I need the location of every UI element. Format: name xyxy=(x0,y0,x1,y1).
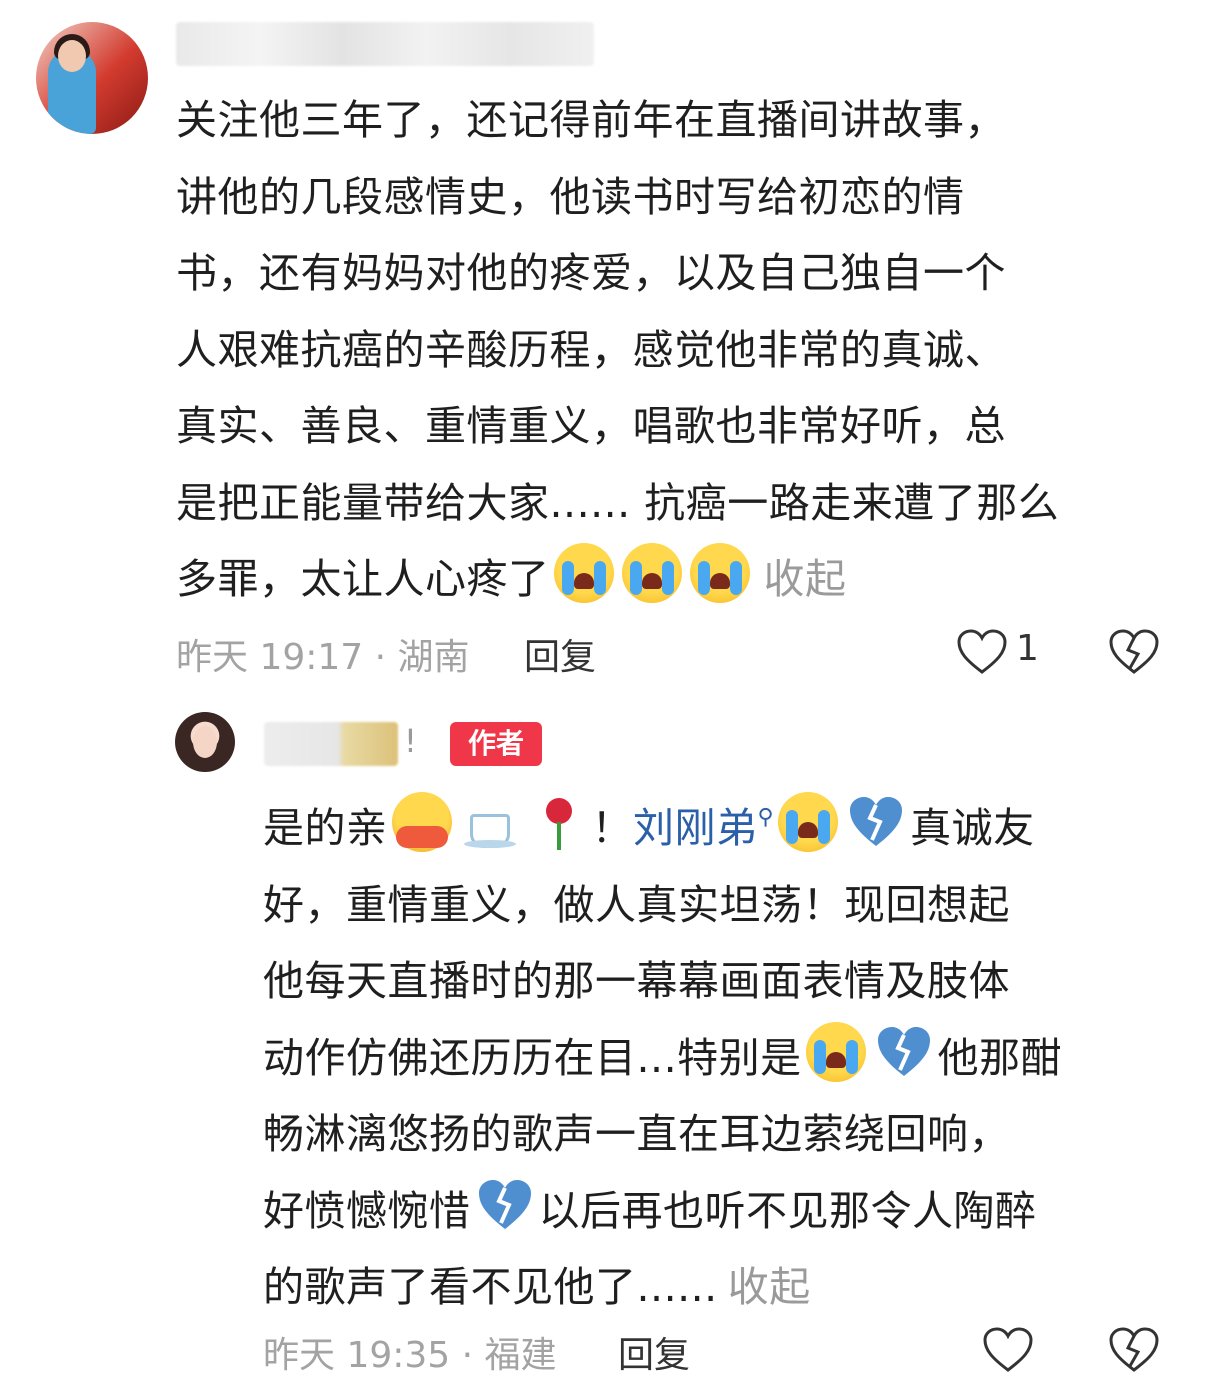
reply-text: 是的亲 ！刘刚弟⚲ 真诚友 好，重情重义，做人真实坦荡！现回想起 他每天直播时的那一… xyxy=(263,780,1163,1326)
dislike-button[interactable] xyxy=(1108,628,1160,676)
comment-line: 是把正能量带给大家...... 抗癌一路走来遭了那么 xyxy=(176,478,1060,527)
loudly-crying-face-icon xyxy=(621,543,682,603)
reply-line: 以后再也听不见那令人陶醉 xyxy=(538,1186,1037,1235)
reply-line: 真诚友 xyxy=(910,804,1035,852)
avatar-head xyxy=(58,40,86,72)
avatar[interactable] xyxy=(36,22,148,134)
mention-link[interactable]: 刘刚弟 xyxy=(633,804,758,852)
reply-line: 他每天直播时的那一幕幕画面表情及肢体 xyxy=(263,957,1010,1005)
collapse-link[interactable]: 收起 xyxy=(764,555,847,603)
loudly-crying-face-icon xyxy=(778,792,839,852)
like-button[interactable] xyxy=(956,628,1008,676)
reply-line: 的歌声了看不见他了...... xyxy=(263,1263,718,1311)
comment-meta: 昨天 19:35 · 福建 xyxy=(263,1335,557,1376)
comment-line: 书，还有妈妈对他的疼爱，以及自己独自一个 xyxy=(176,249,1006,297)
search-icon[interactable]: ⚲ xyxy=(758,805,775,830)
reply-punct: ！ xyxy=(591,804,633,852)
broken-heart-icon xyxy=(874,1022,934,1082)
reply-line: 好，重情重义，做人真实坦荡！现回想起 xyxy=(263,880,1010,929)
broken-heart-icon xyxy=(475,1175,535,1235)
avatar-face xyxy=(193,726,217,758)
broken-heart-outline-icon xyxy=(1109,629,1159,674)
reply-line: 畅淋漓悠扬的歌声一直在耳边萦绕回响， xyxy=(263,1110,1010,1158)
loudly-crying-face-icon xyxy=(689,543,750,603)
comment-text: 关注他三年了，还记得前年在直播间讲故事， 讲他的几段感情史，他读书时写给初恋的情… xyxy=(176,82,1176,618)
hot-beverage-icon xyxy=(460,792,520,852)
username-blurred[interactable] xyxy=(176,22,594,66)
reply-line: 动作仿佛还历历在目...特别是 xyxy=(263,1033,802,1082)
loudly-crying-face-icon xyxy=(805,1021,866,1082)
heart-outline-icon xyxy=(957,629,1007,674)
reply-button[interactable]: 回复 xyxy=(524,628,596,680)
like-count: 1 xyxy=(1016,628,1039,669)
comment-line: 关注他三年了，还记得前年在直播间讲故事， xyxy=(176,96,1006,144)
broken-heart-outline-icon xyxy=(1109,1327,1159,1372)
comment-line: 讲他的几段感情史，他读书时写给初恋的情 xyxy=(176,172,965,221)
reply-line: 是的亲 xyxy=(263,804,388,852)
broken-heart-icon xyxy=(846,792,906,852)
like-button[interactable] xyxy=(982,1326,1034,1374)
comment-line: 人艰难抗癌的辛酸历程，感觉他非常的真诚、 xyxy=(176,325,1006,374)
avatar[interactable] xyxy=(175,712,235,772)
rose-icon xyxy=(528,792,588,852)
comment-meta: 昨天 19:17 · 湖南 xyxy=(176,637,470,678)
reply-line: 好愤憾惋惜 xyxy=(263,1186,471,1235)
username-suffix: ! xyxy=(404,722,417,760)
comment-line: 真实、善良、重情重义，唱歌也非常好听，总 xyxy=(176,402,1006,450)
loudly-crying-face-icon xyxy=(553,543,614,603)
username-blurred[interactable] xyxy=(264,722,398,766)
author-badge: 作者 xyxy=(450,722,542,766)
reply-button[interactable]: 回复 xyxy=(618,1326,690,1378)
comment-line: 多罪，太让人心疼了 xyxy=(176,555,550,603)
reply-line: 他那酣 xyxy=(937,1033,1063,1082)
heart-outline-icon xyxy=(983,1327,1033,1372)
dislike-button[interactable] xyxy=(1108,1326,1160,1374)
hugging-face-icon xyxy=(391,792,452,852)
collapse-link[interactable]: 收起 xyxy=(728,1263,811,1311)
